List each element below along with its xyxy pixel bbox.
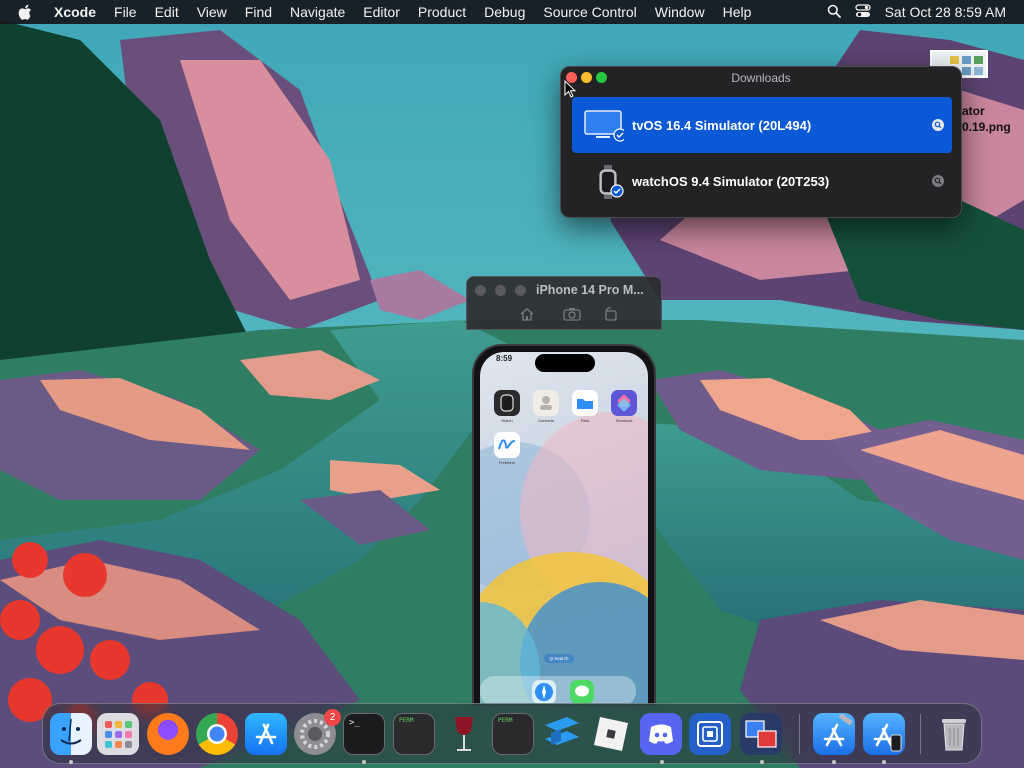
menu-bar-status: Sat Oct 28 8:59 AM	[827, 3, 1024, 21]
search-icon[interactable]	[827, 4, 841, 21]
menu-window[interactable]: Window	[646, 4, 714, 20]
downloads-titlebar[interactable]: Downloads	[561, 67, 961, 89]
chrome-icon[interactable]	[196, 713, 238, 755]
iphone-simulator: 8:59 Watch Contacts Files Shortcuts Free…	[472, 344, 656, 706]
system-settings-icon[interactable]: 2	[294, 709, 341, 755]
download-item-name: tvOS 16.4 Simulator (20L494)	[632, 117, 812, 133]
download-item-name: watchOS 9.4 Simulator (20T253)	[632, 173, 830, 189]
iphone-status-time: 8:59	[496, 354, 513, 363]
safari-app-icon[interactable]	[532, 680, 556, 704]
iphone-dock	[480, 676, 636, 704]
memory-utility-icon[interactable]	[689, 713, 731, 755]
desktop-file-name-ext: 0.19.png	[962, 120, 1011, 134]
reveal-in-finder-icon[interactable]	[932, 175, 944, 187]
launchpad-icon[interactable]	[97, 713, 139, 755]
console-label: PERM	[399, 717, 414, 724]
menu-editor[interactable]: Editor	[354, 4, 409, 20]
simulator-title: iPhone 14 Pro M...	[536, 283, 644, 297]
control-center-icon[interactable]	[854, 3, 871, 21]
trash-icon[interactable]	[933, 713, 975, 755]
shortcuts-app-icon[interactable]	[611, 390, 637, 416]
dock: 2 >_ PERM PERM	[42, 703, 982, 764]
simulator-window-toolbar[interactable]: iPhone 14 Pro M...	[466, 276, 662, 330]
rotate-icon[interactable]	[603, 307, 619, 321]
notification-badge: 2	[324, 709, 341, 726]
messages-app-icon[interactable]	[570, 680, 594, 704]
running-indicator	[832, 760, 836, 764]
desktop-file-name: ator	[962, 104, 985, 118]
download-item[interactable]: tvOS 16.4 Simulator (20L494)	[572, 97, 952, 153]
menu-app-name[interactable]: Xcode	[50, 4, 105, 20]
running-indicator	[760, 760, 764, 764]
menu-source-control[interactable]: Source Control	[534, 4, 645, 20]
watch-app-icon[interactable]	[494, 390, 520, 416]
finder-icon[interactable]	[50, 713, 92, 755]
running-indicator	[882, 760, 886, 764]
dock-separator	[799, 714, 800, 754]
screenshot-icon[interactable]	[563, 307, 581, 321]
running-indicator	[362, 760, 366, 764]
apple-icon[interactable]	[18, 4, 36, 21]
menu-bar: Xcode File Edit View Find Navigate Edito…	[0, 0, 1024, 24]
console-icon[interactable]: PERM	[393, 713, 435, 755]
dynamic-island	[535, 354, 595, 372]
console-2-icon[interactable]: PERM	[492, 713, 534, 755]
terminal-icon[interactable]: >_	[343, 713, 385, 755]
files-app-icon[interactable]	[572, 390, 598, 416]
menu-help[interactable]: Help	[714, 4, 761, 20]
app-store-icon[interactable]	[245, 713, 287, 755]
roblox-icon[interactable]	[590, 713, 632, 755]
wine-icon[interactable]	[443, 713, 485, 755]
mouse-pointer-icon	[564, 80, 576, 98]
menu-product[interactable]: Product	[409, 4, 475, 20]
app-label: Watch	[501, 418, 513, 423]
home-search-button[interactable]: Q Search	[544, 654, 574, 663]
app-label: Shortcuts	[615, 418, 633, 423]
minimize-button[interactable]	[495, 285, 506, 296]
running-indicator	[660, 760, 664, 764]
discord-icon[interactable]	[640, 713, 682, 755]
stack-icon[interactable]	[541, 713, 583, 755]
terminal-prompt: >_	[349, 718, 360, 728]
menu-bar-clock[interactable]: Sat Oct 28 8:59 AM	[885, 4, 1006, 20]
zoom-button[interactable]	[596, 72, 607, 83]
running-indicator	[69, 760, 73, 764]
app-label: Files	[580, 418, 590, 423]
console-label: PERM	[498, 717, 513, 724]
minimize-button[interactable]	[581, 72, 592, 83]
menu-file[interactable]: File	[105, 4, 146, 20]
close-button[interactable]	[475, 285, 486, 296]
freeform-app-icon[interactable]	[494, 432, 520, 458]
contacts-app-icon[interactable]	[533, 390, 559, 416]
xcode-icon[interactable]	[813, 713, 855, 755]
download-item[interactable]: watchOS 9.4 Simulator (20T253)	[572, 153, 952, 209]
downloads-window: Downloads tvOS 16.4 Simulator (20L494) w…	[560, 66, 962, 218]
firefox-icon[interactable]	[147, 713, 189, 755]
menu-navigate[interactable]: Navigate	[281, 4, 354, 20]
menu-edit[interactable]: Edit	[146, 4, 188, 20]
zoom-button[interactable]	[515, 285, 526, 296]
simulator-icon[interactable]	[863, 713, 905, 755]
menu-find[interactable]: Find	[236, 4, 281, 20]
menu-view[interactable]: View	[188, 4, 236, 20]
app-label: Freeform	[498, 460, 516, 465]
home-icon[interactable]	[519, 307, 535, 321]
reveal-in-finder-icon[interactable]	[932, 119, 944, 131]
app-label: Contacts	[538, 418, 554, 423]
downloads-title: Downloads	[731, 71, 791, 85]
migration-icon[interactable]	[740, 713, 782, 755]
tv-icon	[584, 109, 627, 143]
menu-debug[interactable]: Debug	[475, 4, 534, 20]
watch-icon	[584, 165, 624, 199]
dock-separator	[920, 714, 921, 754]
